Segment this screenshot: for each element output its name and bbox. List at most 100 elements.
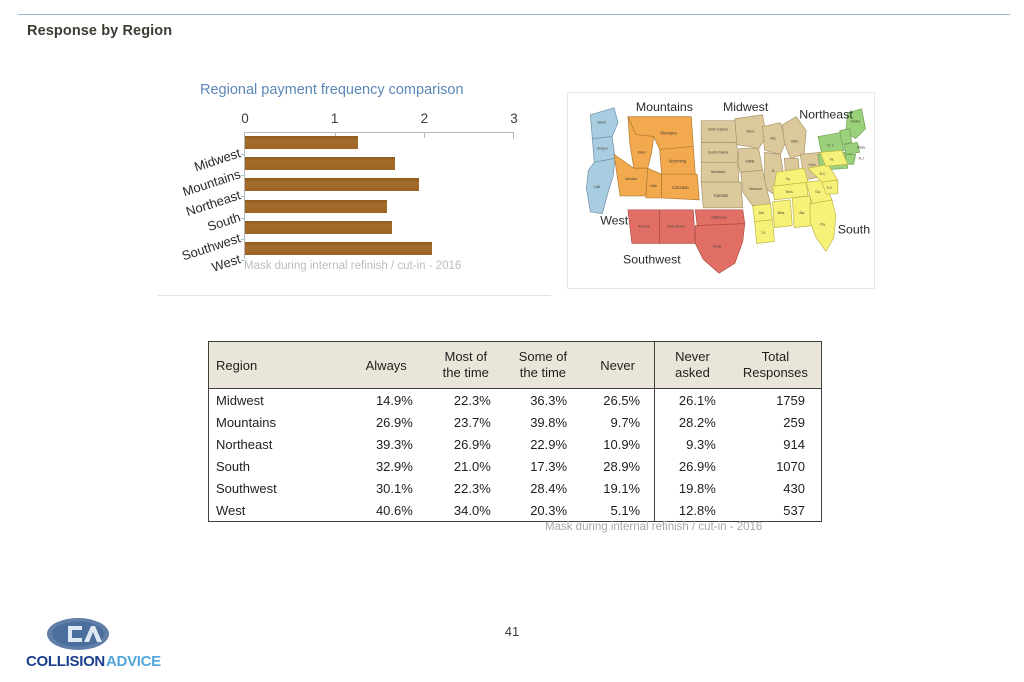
cell-never: 5.1% [581,499,655,522]
column-header-most-of-the-time: Most of the time [426,341,505,389]
cell-total-responses: 430 [729,477,822,499]
map-svg: Wash. Oregon Calif. Montana Idaho Wyomin… [568,93,874,288]
table-caption: Mask during internal refinish / cut-in -… [545,521,763,533]
chart-caption: Mask during internal refinish / cut-in -… [244,260,462,272]
cell-never-asked: 26.1% [654,388,730,411]
cell-never-asked: 12.8% [654,499,730,522]
x-axis-tick-3: 3 [510,111,518,126]
bar-row [241,218,514,240]
state-label-wis: Wis. [770,137,777,141]
x-axis-tick-0: 0 [241,111,249,126]
cell-never: 26.5% [603,392,641,408]
collision-advice-logo: COLLISION ADVICE [22,614,177,676]
map-label-northeast: Northeast [799,108,853,122]
state-label-fla: Fla. [820,223,826,227]
state-label-ny: N. Y. [827,143,834,147]
cell-always: 30.1% [375,480,413,496]
cell-total-responses: 914 [729,433,822,455]
bar-row [241,133,514,156]
state-label-miss: Miss. [777,211,785,215]
bar-mountains [245,157,395,171]
us-region-map: Wash. Oregon Calif. Montana Idaho Wyomin… [567,92,875,289]
state-label-idaho: Idaho [638,150,647,154]
state-label-calif: Calif. [593,185,601,189]
column-header-some-line1: Some of [518,349,568,365]
cell-never-asked: 9.3% [654,433,730,455]
cell-region-south: South [207,455,346,477]
column-header-some-of-the-time: Some of the time [504,341,582,389]
chart-plot-area: 0 1 2 3 [241,111,518,261]
x-axis-tick-1: 1 [330,111,339,126]
state-label-iowa: Iowa [745,158,754,163]
header-divider [18,14,1010,15]
column-header-most-line1: Most of [444,349,488,365]
cell-never: 9.7% [610,414,641,430]
chart-underline [158,295,551,296]
cell-never-asked: 26.9% [654,455,730,477]
state-label-oregon: Oregon [597,146,608,150]
cell-never: 28.9% [603,458,641,474]
cell-never-asked: 28.2% [654,411,730,433]
bar-south [245,199,387,213]
state-label-nebraska: Nebraska [711,170,726,174]
map-label-southwest: Southwest [623,252,681,266]
state-label-sc: S.C. [827,186,834,190]
cell-always: 40.6% [345,499,427,522]
cell-region-southwest: Southwest [207,477,346,499]
cell-some-of-the-time: 39.8% [530,414,568,430]
table-body: Midwest 14.9% 22.3% 36.3% 26.5% 26.1% 1759 Moun… [207,388,822,522]
bar-row [241,154,514,177]
state-label-ala: Ala. [799,211,805,215]
column-header-total-line2: Responses [742,365,808,380]
cell-never: 19.1% [603,480,641,496]
cell-never: 10.9% [603,436,641,452]
state-label-ill: Ill. [772,169,775,173]
cell-always: 32.9% [375,458,413,474]
state-label-ky: Ky. [786,177,791,181]
map-label-west: West [600,214,628,228]
cell-region-northeast: Northeast [207,433,346,455]
state-label-nj: N.J. [859,156,865,160]
cell-most-of-the-time: 34.0% [426,499,505,522]
bar-row [241,197,514,219]
column-header-never-asked-line2: asked [675,365,710,380]
column-header-most-line2: the time [442,365,489,380]
state-label-north-dakota: North Dakota [708,128,728,132]
cell-region-mountains: Mountains [207,411,346,433]
state-label-tenn: Tenn. [785,190,793,194]
cell-always: 39.3% [375,436,413,452]
cell-most-of-the-time: 21.0% [453,458,491,474]
chart-title: Regional payment frequency comparison [200,82,464,98]
cell-most-of-the-time: 22.3% [453,480,491,496]
state-label-la: La. [761,231,766,235]
state-label-wyoming: Wyoming [669,158,687,163]
table-header-row: Region Always Most of the time Some of t… [207,341,822,389]
state-label-montana: Montana [660,131,677,136]
cell-some-of-the-time: 22.9% [530,436,568,452]
state-label-ark: Ark. [759,211,765,215]
cell-most-of-the-time: 26.9% [453,436,491,452]
state-label-texas: Texas [713,244,722,248]
response-by-region-table: Region Always Most of the time Some of t… [207,341,822,522]
state-label-new-mexico: New Mexico [667,225,685,229]
cell-region-midwest: Midwest [207,388,346,411]
cell-total-responses: 1759 [729,388,822,411]
map-label-mountains: Mountains [636,100,693,114]
cell-never-asked: 19.8% [654,477,730,499]
state-label-arizona: Arizona [638,225,650,229]
cell-total-responses: 537 [729,499,822,522]
state-label-utah: Utah [650,184,657,188]
cell-most-of-the-time: 22.3% [453,392,491,408]
cell-some-of-the-time: 17.3% [530,458,568,474]
column-header-region: Region [207,341,346,389]
state-label-nevada: Nevada [625,177,637,181]
state-label-colorado: Colorado [672,185,690,190]
bar-row [241,175,514,198]
column-header-total-line1: Total [761,349,790,365]
column-header-never-asked-line1: Never [675,349,710,365]
table-row: Midwest 14.9% 22.3% 36.3% 26.5% 26.1% 1759 [207,388,822,411]
map-label-midwest: Midwest [723,100,769,114]
table-row: Northeast 39.3% 26.9% 22.9% 10.9% 9.3% 914 [207,433,822,455]
cell-some-of-the-time: 36.3% [530,392,568,408]
state-label-missouri: Missouri [749,187,762,191]
